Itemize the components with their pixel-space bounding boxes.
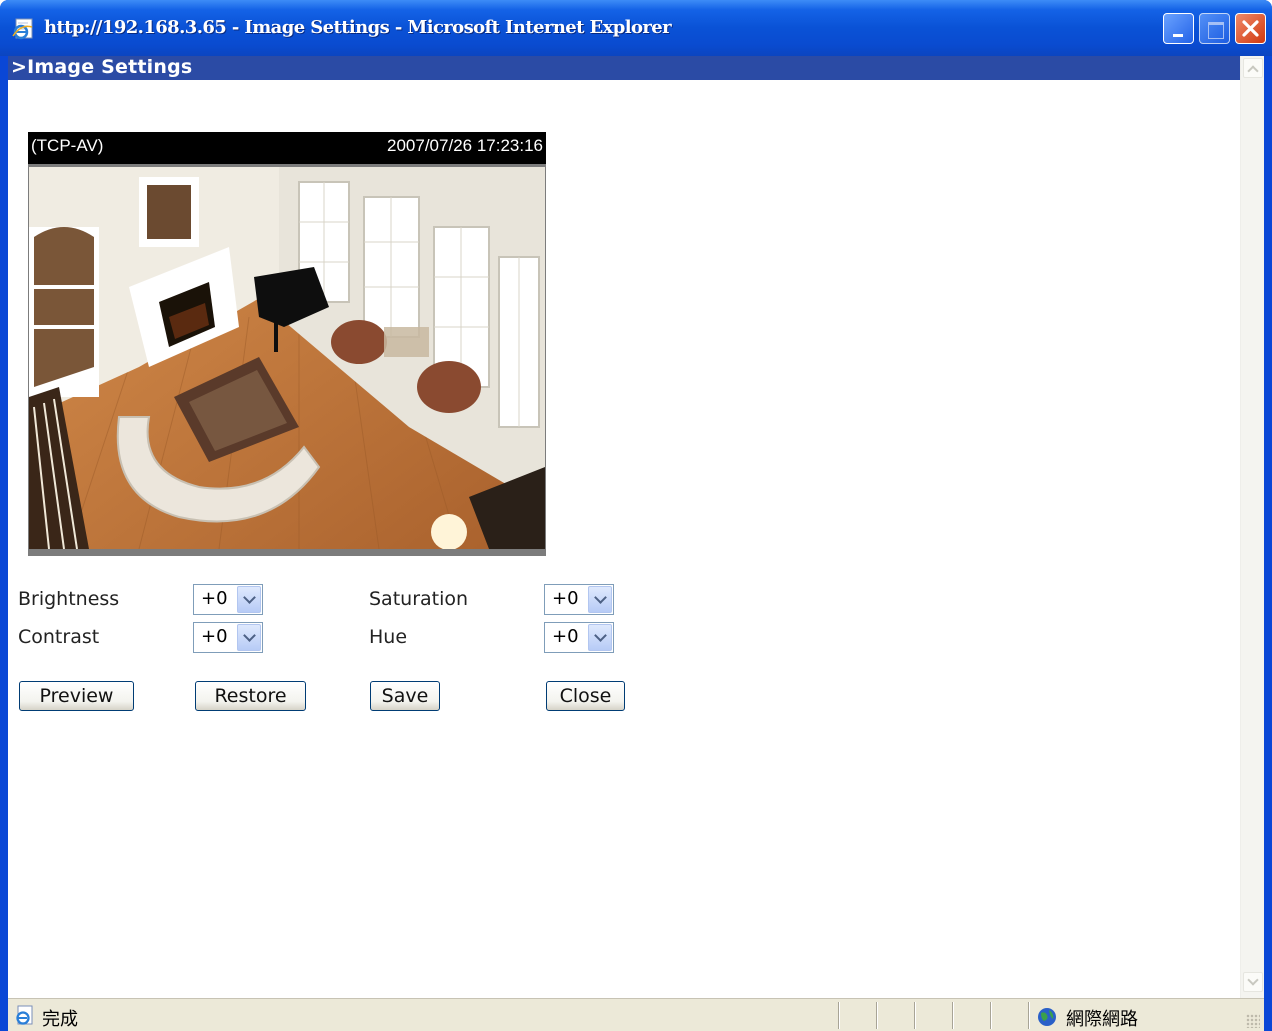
vertical-scrollbar[interactable] bbox=[1240, 56, 1264, 998]
maximize-icon[interactable] bbox=[1199, 13, 1230, 44]
video-source-label: (TCP-AV) bbox=[31, 136, 104, 155]
browser-window: http://192.168.3.65 - Image Settings - M… bbox=[0, 0, 1272, 1031]
brightness-select[interactable]: +0 bbox=[193, 584, 263, 615]
video-panel: (TCP-AV) 2007/07/26 17:23:16 bbox=[28, 132, 546, 556]
close-button[interactable]: Close bbox=[546, 681, 625, 711]
scroll-up-button[interactable] bbox=[1243, 58, 1263, 78]
hue-label: Hue bbox=[369, 626, 408, 648]
video-caption-bar: (TCP-AV) 2007/07/26 17:23:16 bbox=[28, 132, 546, 164]
minimize-icon[interactable] bbox=[1163, 13, 1194, 44]
saturation-select[interactable]: +0 bbox=[544, 584, 614, 615]
status-divider bbox=[952, 1002, 954, 1029]
status-divider bbox=[914, 1002, 916, 1029]
brightness-value: +0 bbox=[201, 588, 228, 609]
brightness-label: Brightness bbox=[18, 588, 120, 610]
page-title: >Image Settings bbox=[11, 56, 193, 78]
ie-page-icon bbox=[16, 1005, 33, 1025]
video-timestamp: 2007/07/26 17:23:16 bbox=[387, 136, 543, 155]
scroll-down-button[interactable] bbox=[1243, 972, 1263, 992]
contrast-select[interactable]: +0 bbox=[193, 622, 263, 653]
status-divider bbox=[876, 1002, 878, 1029]
saturation-value: +0 bbox=[552, 588, 579, 609]
preview-button[interactable]: Preview bbox=[19, 681, 134, 711]
status-bar: 完成 網際網路 bbox=[8, 998, 1264, 1031]
restore-button[interactable]: Restore bbox=[195, 681, 306, 711]
security-zone-text: 網際網路 bbox=[1066, 1009, 1138, 1030]
chevron-down-icon bbox=[1247, 974, 1259, 986]
title-bar[interactable]: http://192.168.3.65 - Image Settings - M… bbox=[0, 0, 1272, 56]
status-divider bbox=[838, 1002, 840, 1029]
hue-select[interactable]: +0 bbox=[544, 622, 614, 653]
chevron-down-icon[interactable] bbox=[237, 624, 261, 651]
chevron-down-icon[interactable] bbox=[588, 624, 612, 651]
camera-live-view bbox=[29, 167, 545, 549]
hue-value: +0 bbox=[552, 626, 579, 647]
window-title: http://192.168.3.65 - Image Settings - M… bbox=[44, 17, 672, 38]
chevron-down-icon[interactable] bbox=[588, 586, 612, 613]
ie-page-icon bbox=[12, 18, 33, 40]
saturation-label: Saturation bbox=[369, 588, 469, 610]
globe-icon bbox=[1038, 1008, 1056, 1026]
living-room-image bbox=[29, 167, 545, 549]
status-divider bbox=[990, 1002, 992, 1029]
page-content: >Image Settings (TCP-AV) 2007/07/26 17:2… bbox=[8, 56, 1264, 998]
page-header: >Image Settings bbox=[8, 56, 1240, 80]
chevron-down-icon[interactable] bbox=[237, 586, 261, 613]
close-x-glyph bbox=[1242, 20, 1259, 37]
chevron-up-icon bbox=[1247, 65, 1259, 77]
status-divider bbox=[1028, 1002, 1030, 1029]
save-button[interactable]: Save bbox=[370, 681, 440, 711]
contrast-value: +0 bbox=[201, 626, 228, 647]
close-icon[interactable] bbox=[1235, 13, 1266, 44]
contrast-label: Contrast bbox=[18, 626, 100, 648]
resize-grip-icon[interactable] bbox=[1246, 1014, 1260, 1028]
status-text: 完成 bbox=[42, 1009, 78, 1030]
